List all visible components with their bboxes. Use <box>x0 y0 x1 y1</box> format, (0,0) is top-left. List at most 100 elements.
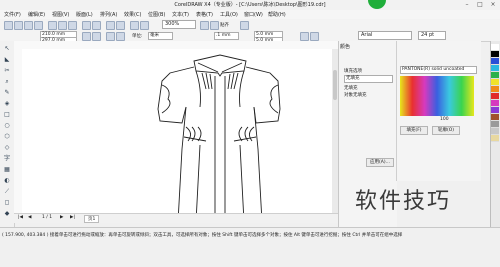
nudge-distance-field[interactable]: .1 mm <box>214 32 239 40</box>
copy-icon[interactable] <box>58 21 67 30</box>
rectangle-tool-icon[interactable]: □ <box>3 111 11 118</box>
palette-white[interactable] <box>491 44 499 51</box>
palette-red[interactable] <box>491 93 499 100</box>
zoom-level-select[interactable]: 300% <box>162 20 196 29</box>
cut-icon[interactable] <box>48 21 57 30</box>
polygon-tool-icon[interactable]: ⬡ <box>3 133 11 140</box>
units-label: 单位: <box>132 34 143 39</box>
font-size-list[interactable]: 24 pt <box>418 31 446 40</box>
menu-table[interactable]: 表格(T) <box>196 11 213 18</box>
menu-text[interactable]: 文本(T) <box>172 11 189 18</box>
snap-label[interactable]: 贴齐 <box>220 22 229 28</box>
snap-icon[interactable] <box>210 21 219 30</box>
landscape-icon[interactable] <box>92 32 101 41</box>
menu-effects[interactable]: 效果(C) <box>124 11 141 18</box>
menu-help[interactable]: 帮助(H) <box>268 11 286 18</box>
left-armhole-line <box>195 70 201 108</box>
palette-gray[interactable] <box>491 121 499 128</box>
close-icon[interactable]: × <box>488 1 498 8</box>
palette-blue[interactable] <box>491 58 499 65</box>
basic-shapes-tool-icon[interactable]: ◇ <box>3 144 11 151</box>
fill-button[interactable]: 填充(F) <box>400 126 428 135</box>
interactive-tool-icon[interactable]: ◐ <box>3 177 11 184</box>
undo-icon[interactable] <box>82 21 91 30</box>
palette-light-gray[interactable] <box>491 128 499 135</box>
docker-tab-color[interactable]: 颜色 <box>340 43 350 50</box>
units-select[interactable]: 毫米 <box>148 32 173 40</box>
paste-icon[interactable] <box>68 21 77 30</box>
left-sleeve-gather <box>161 84 171 114</box>
scrollbar-thumb[interactable] <box>333 70 337 100</box>
palette-tan[interactable] <box>491 135 499 142</box>
open-icon[interactable] <box>14 21 23 30</box>
apply-button[interactable]: 应用(A)... <box>366 158 394 167</box>
print-icon[interactable] <box>34 21 43 30</box>
ellipse-tool-icon[interactable]: ○ <box>3 122 11 129</box>
palette-purple[interactable] <box>491 107 499 114</box>
palette-black[interactable] <box>491 51 499 58</box>
right-sleeve <box>245 66 281 124</box>
outline-button[interactable]: 轮廓(O) <box>432 126 460 135</box>
menu-tools[interactable]: 工具(O) <box>220 11 238 18</box>
right-armhole-line <box>239 70 245 108</box>
shirt-drawing[interactable] <box>22 49 332 223</box>
palette-yellow[interactable] <box>491 79 499 86</box>
redo-icon[interactable] <box>92 21 101 30</box>
menu-layout[interactable]: 版面(L) <box>76 11 93 18</box>
welcome-screen-icon[interactable] <box>140 21 149 30</box>
menu-view[interactable]: 视图(V) <box>52 11 69 18</box>
palette-cyan[interactable] <box>491 65 499 72</box>
minimize-icon[interactable]: – <box>462 1 472 8</box>
new-icon[interactable] <box>4 21 13 30</box>
prev-page-icon[interactable]: ◀ <box>28 215 31 220</box>
fill-type-select[interactable]: 无填充 <box>344 75 393 83</box>
zoom-tool-icon[interactable]: ⌕ <box>3 78 11 85</box>
table-tool-icon[interactable]: ▦ <box>3 166 11 173</box>
menu-file[interactable]: 文件(F) <box>4 11 21 18</box>
menu-arrange[interactable]: 排列(A) <box>100 11 117 18</box>
menu-window[interactable]: 窗口(W) <box>244 11 263 18</box>
smart-fill-tool-icon[interactable]: ◈ <box>3 100 11 107</box>
palette-orange[interactable] <box>491 86 499 93</box>
fullscreen-icon[interactable] <box>200 21 209 30</box>
menu-edit[interactable]: 编辑(E) <box>28 11 45 18</box>
left-chest-gathers <box>201 72 213 90</box>
eyedropper-tool-icon[interactable]: ⟋ <box>3 188 11 195</box>
crop-tool-icon[interactable]: ✂ <box>3 67 11 74</box>
left-side-seam <box>177 106 187 223</box>
drawing-canvas[interactable] <box>22 49 332 223</box>
shape-tool-icon[interactable]: ◣ <box>3 56 11 63</box>
pantone-swatch-grid[interactable] <box>400 76 474 116</box>
first-page-icon[interactable]: |◀ <box>18 215 23 220</box>
no-fill-label: 无填充 <box>344 86 358 91</box>
application-launcher-icon[interactable] <box>130 21 139 30</box>
palette-brown[interactable] <box>491 114 499 121</box>
page-tab[interactable]: 页1 <box>84 215 100 223</box>
next-page-icon[interactable]: ▶ <box>60 215 63 220</box>
pick-tool-icon[interactable]: ↖ <box>3 45 11 52</box>
save-icon[interactable] <box>24 21 33 30</box>
current-page-icon[interactable] <box>116 32 125 41</box>
all-pages-icon[interactable] <box>106 32 115 41</box>
freehand-tool-icon[interactable]: ✎ <box>3 89 11 96</box>
maximize-icon[interactable]: □ <box>475 1 485 8</box>
fill-tool-icon[interactable]: ◆ <box>3 210 11 217</box>
status-text: ( 157.900, 403.384 ) 接着单击可进行拖动或缩放：再单击可旋转… <box>2 233 403 238</box>
object-no-fill-label: 对象无填充 <box>344 93 367 98</box>
palette-green[interactable] <box>491 72 499 79</box>
treat-as-filled-icon[interactable] <box>300 32 309 41</box>
text-tool-icon[interactable]: 字 <box>3 155 11 162</box>
portrait-icon[interactable] <box>82 32 91 41</box>
last-page-icon[interactable]: ▶| <box>70 215 75 220</box>
font-list[interactable]: Arial <box>358 31 412 40</box>
window-title: CorelDRAW X4（专业版）- [C:\Users\陈冰\Desktop\… <box>174 2 326 8</box>
export-icon[interactable] <box>116 21 125 30</box>
outline-tool-icon[interactable]: ◻ <box>3 199 11 206</box>
options-page-icon[interactable] <box>310 32 319 41</box>
import-icon[interactable] <box>106 21 115 30</box>
palette-magenta[interactable] <box>491 100 499 107</box>
options-icon[interactable] <box>240 21 249 30</box>
menu-bitmaps[interactable]: 位图(B) <box>148 11 165 18</box>
watermark-text: 软件技巧 <box>355 189 452 214</box>
color-model-select[interactable]: PANTONE(R) solid uncoated <box>400 66 477 74</box>
